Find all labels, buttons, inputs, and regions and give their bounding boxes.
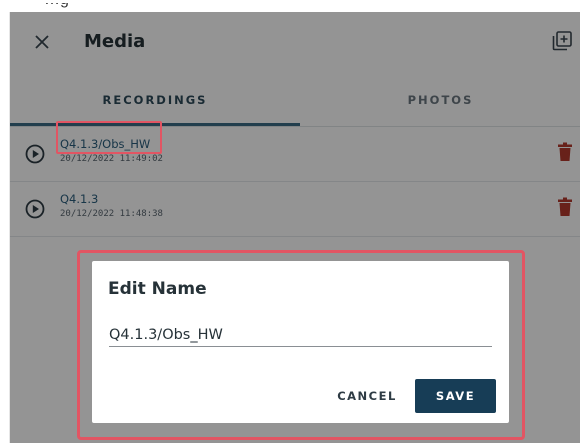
highlight-box-recording-name xyxy=(56,121,162,154)
edit-name-dialog: Edit Name CANCEL SAVE xyxy=(92,261,509,423)
save-button[interactable]: SAVE xyxy=(415,379,496,413)
cancel-button[interactable]: CANCEL xyxy=(334,379,400,413)
recording-name-input[interactable] xyxy=(109,324,492,347)
media-panel: Media RECORDINGS PHOTOS Q4.1.3/Obs_HW 20… xyxy=(9,12,580,443)
cropped-top-strip: …g xyxy=(0,0,580,12)
dialog-title: Edit Name xyxy=(108,279,207,299)
